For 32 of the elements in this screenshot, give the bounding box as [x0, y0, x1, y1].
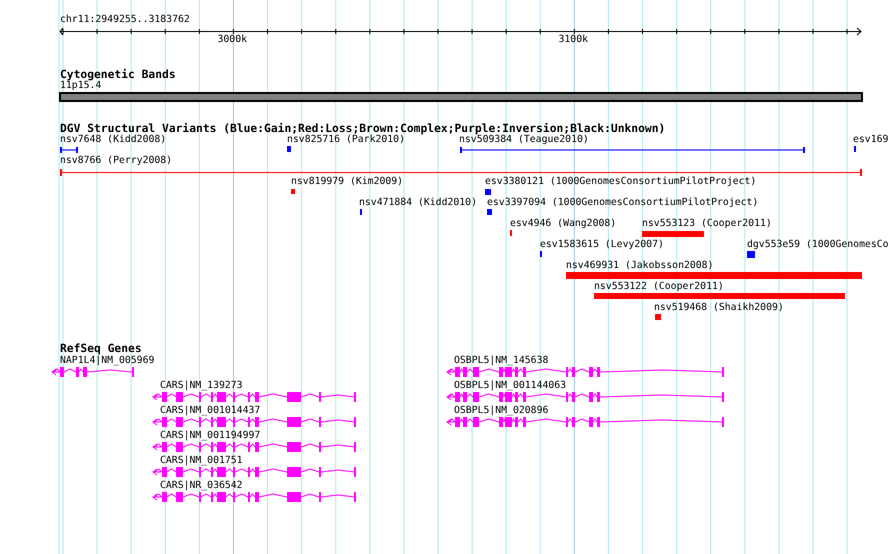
gene-label: CARS|NM_001014437	[160, 405, 260, 417]
track-title: RefSeq Genes	[60, 342, 142, 355]
variant-label: esv3397094 (1000GenomesConsortiumPilotProject)	[487, 197, 758, 209]
gene-label: CARS|NM_001751	[160, 455, 243, 467]
track-title: DGV Structural Variants (Blue:Gain;Red:Loss;Brown:Complex;Purple:Inversion;Black:Unknown)	[60, 122, 666, 135]
variant-label: nsv519468 (Shaikh2009)	[654, 302, 784, 314]
region-label: chr11:2949255..3183762	[60, 14, 190, 26]
track-title: Cytogenetic Bands	[60, 68, 176, 81]
variant-label: nsv469931 (Jakobsson2008)	[566, 260, 714, 272]
variant-label: nsv553122 (Cooper2011)	[594, 281, 724, 293]
tick-label: 3000k	[218, 34, 247, 46]
variant-label: esv169	[853, 134, 888, 146]
gene-label: OSBPL5|NM_001144063	[454, 380, 566, 392]
gene-label: NAP1L4|NM_005969	[60, 355, 154, 367]
variant-label: nsv825716 (Park2010)	[287, 134, 405, 146]
gene-label: OSBPL5|NM_145638	[454, 355, 548, 367]
gene-label: CARS|NM_139273	[160, 380, 243, 392]
variant-label: dgv553e59 (1000GenomesCo	[747, 239, 889, 251]
variant-label: nsv471884 (Kidd2010)	[359, 197, 477, 209]
variant-label: nsv509384 (Teague2010)	[459, 134, 589, 146]
variant-label: nsv7648 (Kidd2008)	[60, 134, 166, 146]
variant-label: esv4946 (Wang2008)	[510, 218, 616, 230]
variant-label: nsv819979 (Kim2009)	[291, 176, 404, 188]
gene-label: OSBPL5|NM_020896	[454, 405, 548, 417]
variant-label: esv3380121 (1000GenomesConsortiumPilotProject)	[485, 176, 756, 188]
tick-label: 3100k	[558, 34, 588, 46]
gene-label: CARS|NM_001194997	[160, 430, 260, 442]
band-label: 11p15.4	[60, 80, 102, 92]
variant-label: nsv553123 (Cooper2011)	[642, 218, 772, 230]
variant-label: nsv8766 (Perry2008)	[60, 155, 172, 167]
variant-label: esv1583615 (Levy2007)	[540, 239, 664, 251]
gene-label: CARS|NR_036542	[160, 480, 243, 492]
